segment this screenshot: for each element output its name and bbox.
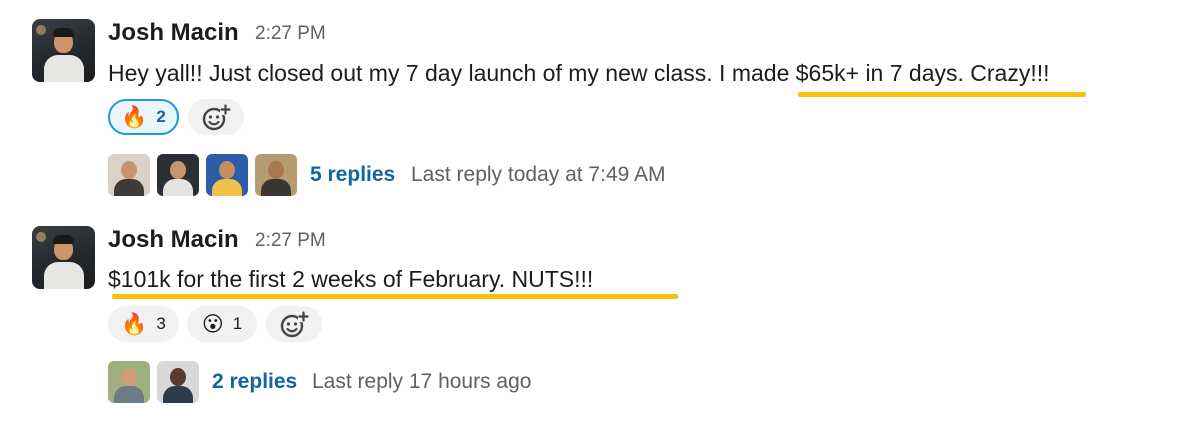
- surprised-face-icon: 😮: [201, 311, 224, 336]
- message-text-highlighted: $101k for the first 2 weeks of February.…: [108, 266, 594, 292]
- reaction-fire[interactable]: 🔥 3: [108, 306, 179, 342]
- thread-replies-link[interactable]: 2 replies: [212, 368, 297, 396]
- author-name[interactable]: Josh Macin: [108, 226, 239, 254]
- add-reaction-button[interactable]: [266, 306, 322, 342]
- reply-avatar[interactable]: [157, 361, 199, 403]
- reply-avatar[interactable]: [108, 361, 150, 403]
- author-avatar[interactable]: [32, 226, 95, 289]
- message-2: Josh Macin 2:27 PM $101k for the first 2…: [0, 0, 1200, 423]
- add-reaction-icon: [280, 311, 309, 338]
- message-timestamp[interactable]: 2:27 PM: [255, 227, 326, 255]
- message-text: $101k for the first 2 weeks of February.…: [108, 264, 593, 294]
- reaction-count: 3: [156, 314, 166, 333]
- last-reply-time: Last reply 17 hours ago: [312, 370, 532, 393]
- fire-icon: 🔥: [121, 311, 148, 336]
- reaction-count: 1: [232, 314, 243, 333]
- reaction-surprised[interactable]: 😮 1: [187, 306, 257, 342]
- highlight-underline: [112, 294, 678, 299]
